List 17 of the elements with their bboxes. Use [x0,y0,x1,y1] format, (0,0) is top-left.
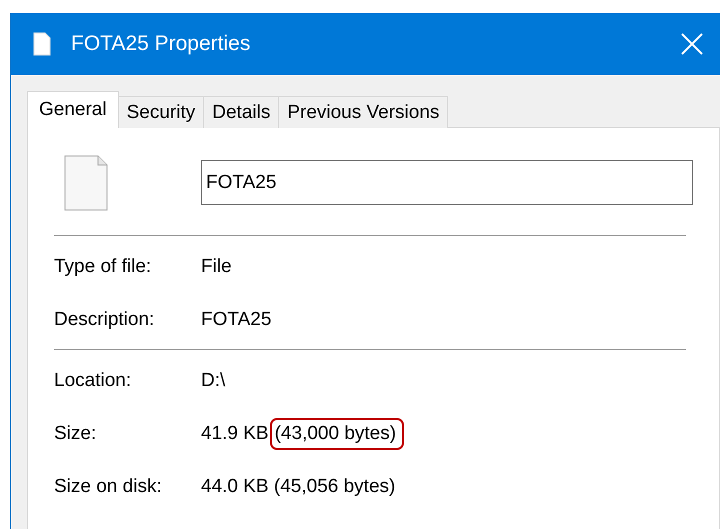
highlighted-value: (43,000 bytes) [270,418,404,450]
field-label: Size: [54,422,98,444]
tab[interactable]: Security [118,96,204,128]
field-label: Type of file: [54,256,152,278]
field-value: 41.9 KB [201,422,269,446]
field-value: File [201,254,232,278]
tab[interactable]: General [27,91,119,128]
field-value: FOTA25 [201,308,272,332]
name-field[interactable]: FOTA25 [201,160,693,205]
tab[interactable]: Previous Versions [278,96,448,128]
field-label: Size on disk: [54,476,163,498]
window-title: FOTA25 Properties [71,32,250,56]
field-value: 44.0 KB (45,056 bytes) [201,474,396,498]
field-label: Description: [54,308,156,330]
tab[interactable]: Details [203,96,280,128]
field-value: D:\ [201,368,226,392]
field-label: Location: [54,370,132,392]
